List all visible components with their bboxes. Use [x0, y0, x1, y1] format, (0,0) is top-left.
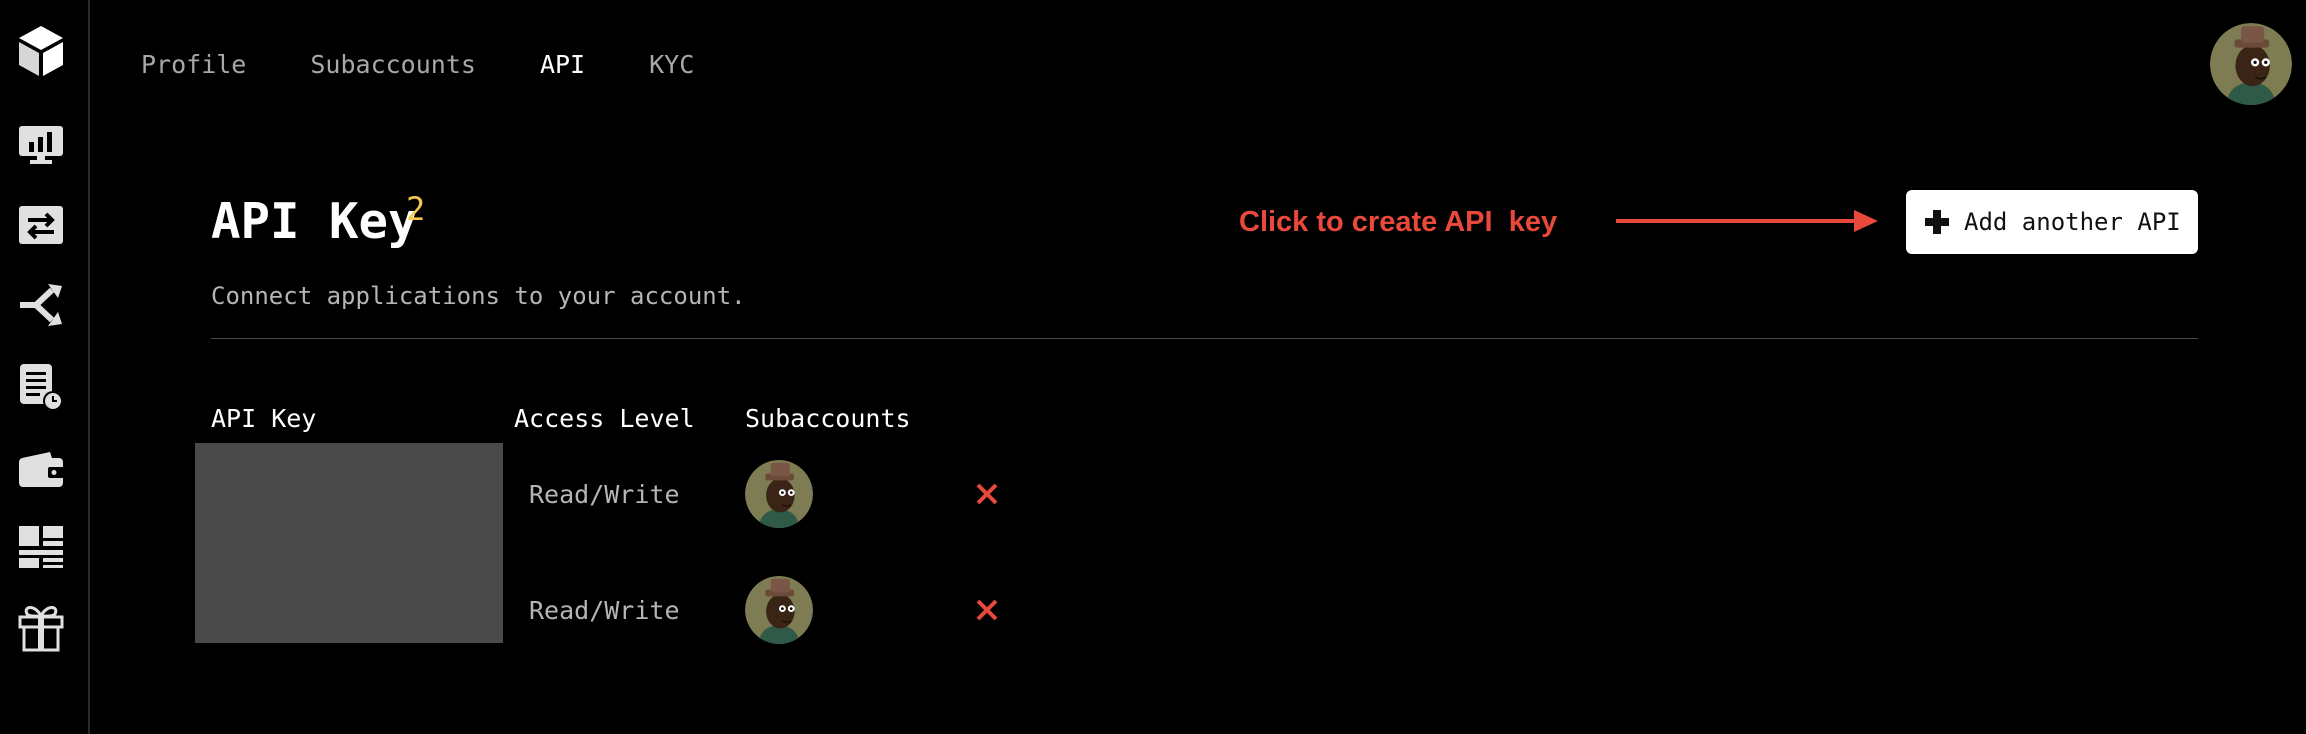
dashboard-chart-icon[interactable]	[16, 120, 66, 170]
split-arrows-icon[interactable]	[16, 280, 66, 330]
column-header-access-level: Access Level	[514, 404, 695, 433]
delete-key-button[interactable]	[972, 595, 1002, 625]
page-title: API Key	[211, 193, 418, 250]
history-document-icon[interactable]	[16, 362, 66, 412]
annotation-text: Click to create API key	[1239, 206, 1558, 238]
gift-icon[interactable]	[16, 602, 66, 652]
logo-cube-icon[interactable]	[16, 26, 66, 76]
user-avatar[interactable]	[2210, 23, 2292, 105]
grid-table-icon[interactable]	[16, 522, 66, 572]
tab-profile[interactable]: Profile	[141, 49, 246, 81]
access-level-value: Read/Write	[529, 480, 680, 509]
app-root: Profile Subaccounts API KYC API Key 2 Co…	[0, 0, 2306, 734]
delete-key-button[interactable]	[972, 479, 1002, 509]
wallet-icon[interactable]	[16, 444, 66, 494]
access-level-value: Read/Write	[529, 596, 680, 625]
add-api-button-label: Add another API	[1964, 208, 2181, 236]
delete-x-icon	[976, 483, 998, 505]
delete-x-icon	[976, 599, 998, 621]
api-key-count: 2	[406, 190, 426, 228]
annotation-arrow-icon	[1616, 210, 1878, 232]
add-api-button[interactable]: Add another API	[1906, 190, 2198, 254]
transfer-arrows-icon[interactable]	[16, 200, 66, 250]
plus-icon	[1925, 210, 1949, 234]
sidebar	[0, 0, 90, 734]
section-divider	[211, 338, 2198, 339]
column-header-api-key: API Key	[211, 404, 317, 433]
tab-kyc[interactable]: KYC	[649, 49, 694, 81]
subaccount-avatar	[745, 460, 813, 528]
column-header-subaccounts: Subaccounts	[745, 404, 911, 433]
subaccount-avatar	[745, 576, 813, 644]
tab-subaccounts[interactable]: Subaccounts	[310, 49, 476, 81]
tab-api[interactable]: API	[540, 49, 585, 81]
top-tabs: Profile Subaccounts API KYC	[141, 49, 758, 81]
redacted-api-keys	[195, 443, 503, 643]
page-subtitle: Connect applications to your account.	[211, 282, 746, 310]
